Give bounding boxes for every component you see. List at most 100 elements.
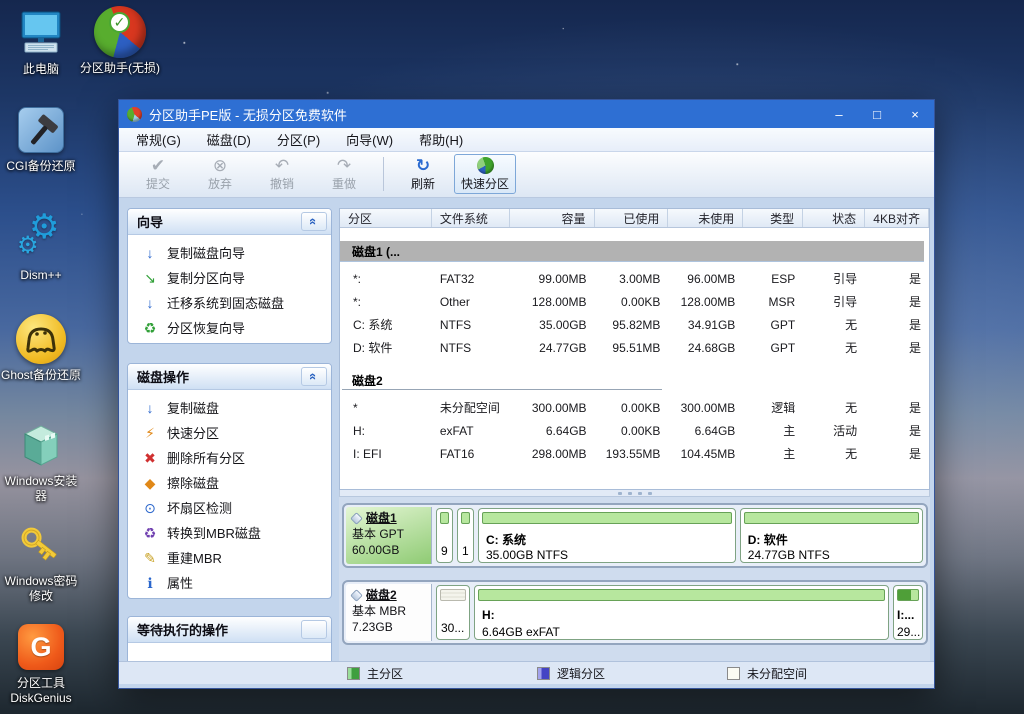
partition-block-d[interactable]: D: 软件 24.77GB NTFS xyxy=(740,508,923,563)
partition-block-c[interactable]: C: 系统 35.00GB NTFS xyxy=(478,508,736,563)
menu-general[interactable]: 常规(G) xyxy=(123,130,194,149)
maximize-button[interactable]: □ xyxy=(858,100,896,128)
sidebar-item-label: 重建MBR xyxy=(167,548,222,567)
pending-operations-panel: 等待执行的操作 xyxy=(127,616,332,661)
cell: 95.51MB xyxy=(595,341,669,355)
table-row[interactable]: C: 系统 NTFS 35.00GB 95.82MB 34.91GB GPT 无… xyxy=(340,313,929,336)
disk-operations-panel: 磁盘操作 « ↓ 复制磁盘 ⚡ 快速分区 ✖ 删除所有分区 xyxy=(127,363,332,599)
table-row[interactable]: D: 软件 NTFS 24.77GB 95.51MB 24.68GB GPT 无… xyxy=(340,336,929,359)
partition-block-msr[interactable]: 1 xyxy=(457,508,474,563)
minimize-button[interactable]: – xyxy=(820,100,858,128)
sidebar-item-copy-disk-wizard[interactable]: ↓ 复制磁盘向导 xyxy=(131,240,328,265)
menu-partition[interactable]: 分区(P) xyxy=(264,130,333,149)
partition-size: 30... xyxy=(441,621,464,635)
sidebar-item-properties[interactable]: ℹ 属性 xyxy=(131,570,328,595)
menu-bar: 常规(G) 磁盘(D) 分区(P) 向导(W) 帮助(H) xyxy=(119,128,934,152)
table-row[interactable]: H: exFAT 6.64GB 0.00KB 6.64GB 主 活动 是 xyxy=(340,419,929,442)
sidebar: 向导 « ↓ 复制磁盘向导 ↘ 复制分区向导 ↓ 迁移系统到固态磁盘 xyxy=(127,208,332,661)
col-unused[interactable]: 未使用 xyxy=(668,209,743,227)
undo-button[interactable]: ↶ 撤销 xyxy=(251,156,313,192)
sidebar-item-label: 坏扇区检测 xyxy=(167,498,232,517)
desktop-icon-partition-assistant[interactable]: ✓ 分区助手(无损) xyxy=(77,5,163,76)
col-partition[interactable]: 分区 xyxy=(340,209,432,227)
wizard-panel: 向导 « ↓ 复制磁盘向导 ↘ 复制分区向导 ↓ 迁移系统到固态磁盘 xyxy=(127,208,332,344)
cell: 主 xyxy=(743,422,803,439)
partition-block-unallocated[interactable]: 30... xyxy=(436,585,470,640)
disk1-group-row[interactable]: 磁盘1 (... xyxy=(340,241,924,261)
pending-operations-header[interactable]: 等待执行的操作 xyxy=(128,617,331,643)
title-bar: 分区助手PE版 - 无损分区免费软件 – □ × xyxy=(119,100,934,128)
disk-name: 磁盘2 xyxy=(366,587,397,603)
partition-table: 分区 文件系统 容量 已使用 未使用 类型 状态 4KB对齐 磁盘1 (... … xyxy=(339,208,930,490)
cell: 未分配空间 xyxy=(432,399,510,416)
close-button[interactable]: × xyxy=(896,100,934,128)
table-row[interactable]: *: Other 128.00MB 0.00KB 128.00MB MSR 引导… xyxy=(340,290,929,313)
cell: 是 xyxy=(865,316,929,333)
legend-label: 未分配空间 xyxy=(747,665,807,682)
refresh-button[interactable]: ↻ 刷新 xyxy=(392,156,454,192)
sidebar-item-label: 迁移系统到固态磁盘 xyxy=(167,293,284,312)
commit-button[interactable]: ✔ 提交 xyxy=(127,156,189,192)
migrate-os-icon: ↓ xyxy=(142,295,158,311)
desktop-icon-windows-password[interactable]: Windows密码修改 xyxy=(0,518,82,604)
disk2-label[interactable]: 磁盘2 基本 MBR 7.23GB xyxy=(346,584,432,641)
col-status[interactable]: 状态 xyxy=(803,209,865,227)
col-capacity[interactable]: 容量 xyxy=(510,209,595,227)
app-icon[interactable] xyxy=(127,107,142,122)
disk-name: 磁盘1 xyxy=(366,510,397,526)
desktop-icon-this-pc[interactable]: 此电脑 xyxy=(0,6,82,77)
sidebar-item-copy-disk[interactable]: ↓ 复制磁盘 xyxy=(131,395,328,420)
disk-icon xyxy=(350,589,363,602)
cell: 是 xyxy=(865,339,929,356)
menu-wizard[interactable]: 向导(W) xyxy=(333,130,406,149)
sidebar-item-partition-recovery[interactable]: ♻ 分区恢复向导 xyxy=(131,315,328,340)
desktop-icon-windows-installer[interactable]: Windows安装器 xyxy=(0,418,82,504)
col-type[interactable]: 类型 xyxy=(743,209,803,227)
table-row[interactable]: *: FAT32 99.00MB 3.00MB 96.00MB ESP 引导 是 xyxy=(340,267,929,290)
collapse-button[interactable] xyxy=(301,620,327,639)
sidebar-item-rebuild-mbr[interactable]: ✎ 重建MBR xyxy=(131,545,328,570)
desktop-icon-diskgenius[interactable]: G 分区工具 DiskGenius xyxy=(0,620,82,706)
disk2-group-row[interactable]: 磁盘2 xyxy=(342,371,662,390)
redo-label: 重做 xyxy=(332,175,356,192)
rebuild-mbr-icon: ✎ xyxy=(142,550,158,566)
partition-block-esp[interactable]: 9 xyxy=(436,508,453,563)
sidebar-item-quick-partition[interactable]: ⚡ 快速分区 xyxy=(131,420,328,445)
desktop-icon-cgi-backup[interactable]: CGI备份还原 xyxy=(0,103,82,174)
sidebar-item-copy-partition-wizard[interactable]: ↘ 复制分区向导 xyxy=(131,265,328,290)
table-row[interactable]: I: EFI FAT16 298.00MB 193.55MB 104.45MB … xyxy=(340,442,929,465)
menu-disk[interactable]: 磁盘(D) xyxy=(194,130,264,149)
chevron-up-icon: « xyxy=(307,218,320,225)
partition-block-i[interactable]: I:... 29... xyxy=(893,585,923,640)
copy-disk-icon: ↓ xyxy=(142,400,158,416)
table-row[interactable]: * 未分配空间 300.00MB 0.00KB 300.00MB 逻辑 无 是 xyxy=(340,396,929,419)
menu-help[interactable]: 帮助(H) xyxy=(406,130,476,149)
cell: 300.00MB xyxy=(510,401,595,415)
wizard-panel-header[interactable]: 向导 « xyxy=(128,209,331,235)
sidebar-item-convert-to-mbr[interactable]: ♻ 转换到MBR磁盘 xyxy=(131,520,328,545)
collapse-button[interactable]: « xyxy=(301,212,327,231)
undo-label: 撤销 xyxy=(270,175,294,192)
pending-operations-list xyxy=(128,643,331,661)
cell: NTFS xyxy=(432,318,510,332)
chevron-up-icon: « xyxy=(307,373,320,380)
desktop-icon-ghost-backup[interactable]: Ghost备份还原 xyxy=(0,312,82,383)
disk1-label[interactable]: 磁盘1 基本 GPT 60.00GB xyxy=(346,507,432,564)
gears-icon: ⚙⚙ xyxy=(0,212,82,266)
redo-button[interactable]: ↷ 重做 xyxy=(313,156,375,192)
sidebar-item-wipe-disk[interactable]: ◆ 擦除磁盘 xyxy=(131,470,328,495)
col-4kb-align[interactable]: 4KB对齐 xyxy=(865,209,929,227)
pane-splitter[interactable] xyxy=(339,490,930,497)
collapse-button[interactable]: « xyxy=(301,367,327,386)
install-box-icon xyxy=(0,418,82,472)
col-used[interactable]: 已使用 xyxy=(595,209,669,227)
quick-partition-button[interactable]: 快速分区 xyxy=(454,154,516,194)
discard-button[interactable]: ⊗ 放弃 xyxy=(189,156,251,192)
sidebar-item-bad-sector-check[interactable]: ⊙ 坏扇区检测 xyxy=(131,495,328,520)
sidebar-item-migrate-os[interactable]: ↓ 迁移系统到固态磁盘 xyxy=(131,290,328,315)
sidebar-item-delete-all-partitions[interactable]: ✖ 删除所有分区 xyxy=(131,445,328,470)
partition-block-h[interactable]: H: 6.64GB exFAT xyxy=(474,585,889,640)
desktop-icon-dism[interactable]: ⚙⚙ Dism++ xyxy=(0,212,82,283)
disk-operations-header[interactable]: 磁盘操作 « xyxy=(128,364,331,390)
col-filesystem[interactable]: 文件系统 xyxy=(432,209,510,227)
